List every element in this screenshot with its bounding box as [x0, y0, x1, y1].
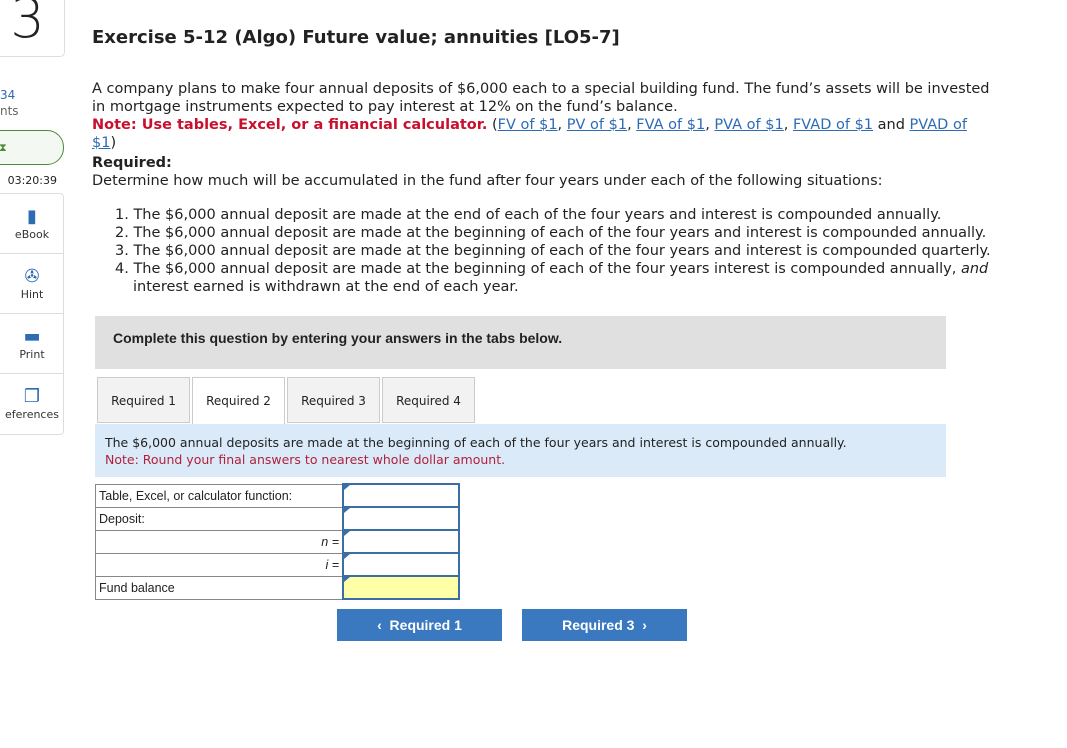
item4-emphasis: and: [960, 261, 989, 277]
tool-label: eBook: [14, 228, 50, 241]
list-item: 1. The $6,000 annual deposit are made at…: [115, 207, 942, 223]
chevron-left-icon: ‹: [377, 617, 382, 633]
chevron-right-icon: ›: [642, 617, 647, 633]
link-pv[interactable]: PV of $1: [567, 117, 627, 133]
ebook-button[interactable]: ▮ eBook: [0, 194, 63, 254]
link-pva[interactable]: PVA of $1: [714, 117, 783, 133]
intro-text: A company plans to make four annual depo…: [92, 81, 990, 115]
prev-required-button[interactable]: ‹ Required 1: [337, 609, 502, 641]
and-text: and: [877, 117, 905, 133]
link-fvad[interactable]: FVAD of $1: [793, 117, 873, 133]
required-section: Required: Determine how much will be acc…: [92, 154, 883, 190]
i-input[interactable]: [342, 552, 460, 577]
hourglass-icon: ⧗: [0, 141, 7, 154]
hint-button[interactable]: ✇ Hint: [0, 254, 63, 314]
points-value: 34: [0, 88, 16, 102]
tool-label: eferences: [5, 408, 59, 421]
row-label: n =: [95, 529, 344, 554]
tools-panel: ▮ eBook ✇ Hint ▬ Print ❐ eferences: [0, 193, 64, 435]
points-label: nts: [0, 104, 19, 118]
tab-required-1[interactable]: Required 1: [97, 377, 190, 423]
page-title: Exercise 5-12 (Algo) Future value; annui…: [92, 27, 620, 48]
info-note: Note: Round your final answers to neares…: [105, 452, 506, 467]
info-text: The $6,000 annual deposits are made at t…: [105, 435, 847, 450]
function-input[interactable]: [342, 483, 460, 508]
row-label: Table, Excel, or calculator function:: [95, 483, 344, 508]
instruction-banner: Complete this question by entering your …: [95, 316, 946, 369]
book-icon: ▮: [27, 206, 37, 227]
list-item: 3. The $6,000 annual deposit are made at…: [115, 243, 991, 259]
print-button[interactable]: ▬ Print: [0, 314, 63, 374]
next-required-button[interactable]: Required 3 ›: [522, 609, 687, 641]
table-row: n =: [95, 529, 460, 554]
references-icon: ❐: [23, 386, 41, 407]
tab-info: The $6,000 annual deposits are made at t…: [95, 424, 946, 477]
list-item: 4. The $6,000 annual deposit are made at…: [115, 260, 1015, 296]
printer-icon: ▬: [23, 326, 41, 347]
points: 34 nts: [0, 87, 19, 119]
deposit-input[interactable]: [342, 506, 460, 531]
question-number: 3: [0, 0, 65, 57]
lifebuoy-icon: ✇: [24, 266, 40, 287]
required-heading: Required:: [92, 155, 172, 171]
link-fv[interactable]: FV of $1: [498, 117, 558, 133]
problem-intro: A company plans to make four annual depo…: [92, 81, 990, 151]
tab-required-2[interactable]: Required 2: [192, 377, 285, 425]
table-row: Table, Excel, or calculator function:: [95, 483, 460, 508]
required-text: Determine how much will be accumulated i…: [92, 173, 883, 189]
next-label: Required 3: [562, 617, 635, 633]
item4-text: 4. The $6,000 annual deposit are made at…: [115, 261, 961, 277]
row-label: Deposit:: [95, 506, 344, 531]
tab-required-3[interactable]: Required 3: [287, 377, 380, 423]
row-label: i =: [95, 552, 344, 577]
n-input[interactable]: [342, 529, 460, 554]
tool-label: Print: [19, 348, 45, 361]
list-item: 2. The $6,000 annual deposit are made at…: [115, 225, 987, 241]
note-label: Note: Use tables, Excel, or a financial …: [92, 117, 488, 133]
table-row: Deposit:: [95, 506, 460, 531]
tab-required-4[interactable]: Required 4: [382, 377, 475, 423]
table-row: Fund balance: [95, 575, 460, 600]
link-fva[interactable]: FVA of $1: [636, 117, 705, 133]
item4-text-end: interest earned is withdrawn at the end …: [133, 279, 519, 295]
table-row: i =: [95, 552, 460, 577]
tool-label: Hint: [20, 288, 44, 301]
row-label: Fund balance: [95, 575, 344, 600]
situations-list: 1. The $6,000 annual deposit are made at…: [115, 206, 1015, 296]
timer: ⧗ 03:20:39: [0, 130, 64, 187]
timer-value: 03:20:39: [7, 174, 57, 187]
prev-label: Required 1: [389, 617, 462, 633]
answer-table: Table, Excel, or calculator function: De…: [95, 483, 460, 600]
fund-balance-input[interactable]: [342, 575, 460, 600]
references-button[interactable]: ❐ eferences: [0, 374, 63, 434]
